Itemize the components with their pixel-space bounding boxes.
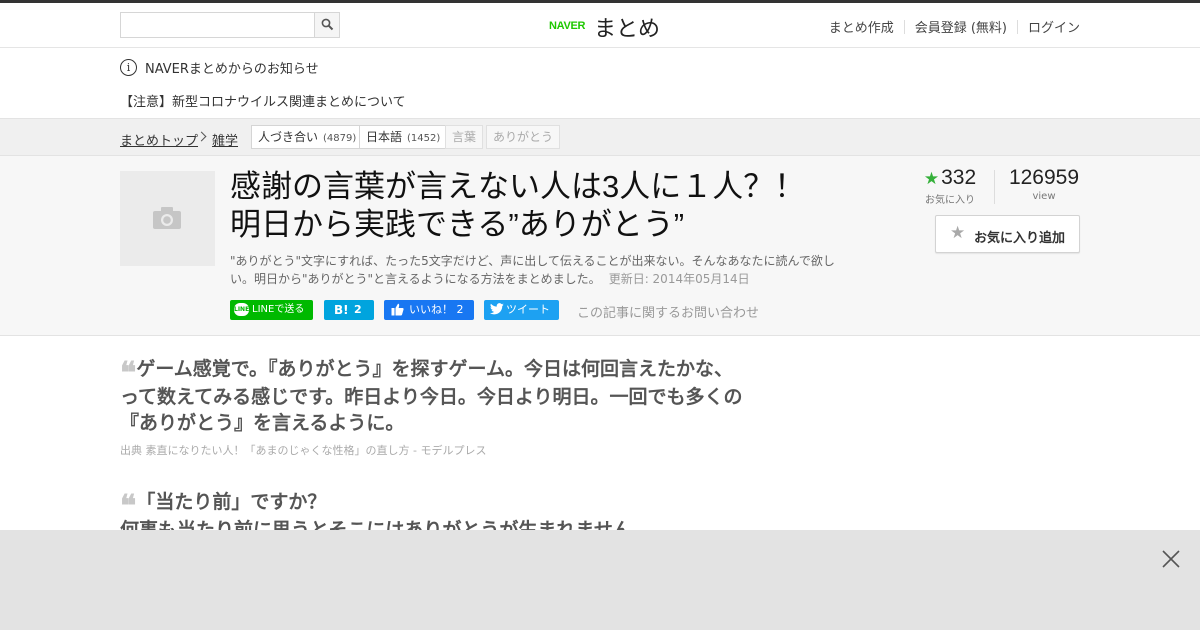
nav-login[interactable]: ログイン [1028,17,1080,36]
tag-label: 日本語 [366,130,403,144]
hatena-bookmark-button[interactable]: B! 2 [324,300,374,320]
add-favorite-label: お気に入り追加 [974,231,1066,246]
tag-arigatou[interactable]: ありがとう [486,125,561,149]
info-icon: i [120,58,137,76]
facebook-like-label: いいね！ 2 [409,303,464,316]
tag-kotoba[interactable]: 言葉 [445,125,484,149]
tweet-label: ツイート [506,303,550,316]
tag-count: (4879) [323,133,357,144]
favorites-stat: ★332 お気に入り [920,166,980,206]
title-line: 感謝の言葉が言えない人は3人に１人？！ [230,169,806,204]
tag-label: 人づき合い [258,130,319,144]
line-share-label: LINEで送る [252,304,305,315]
nav-create-matome[interactable]: まとめ作成 [829,17,894,36]
favorites-count: 332 [941,166,977,189]
bottom-ad-overlay [0,530,1200,630]
star-icon: ★ [923,169,940,189]
article-inquiry-link[interactable]: この記事に関するお問い合わせ [577,302,759,321]
breadcrumb-category[interactable]: 雑学 [212,130,238,149]
tag-nihongo[interactable]: 日本語 (1452) [359,125,448,149]
logo-naver: NAVER [549,20,586,32]
article-thumbnail [120,171,215,266]
logo-matome: まとめ [594,17,661,42]
tag-label: ありがとう [493,130,554,144]
hatena-b-icon: B! [334,303,349,317]
views-count: 126959 [1008,166,1080,189]
article-description: "ありがとう"文字にすれば、たった5文字だけど、声に出して伝えることが出来ない。… [230,252,840,288]
search-box [120,12,340,38]
tag-hitozukiai[interactable]: 人づき合い (4879) [251,125,364,149]
notice-text[interactable]: NAVERまとめからのお知らせ [145,58,319,77]
tag-label: 言葉 [452,130,477,144]
header-nav: まとめ作成 会員登録 (無料) ログイン [829,17,1080,36]
chevron-right-icon [196,131,207,142]
thumbs-up-icon [391,303,404,316]
breadcrumb-top[interactable]: まとめトップ [120,130,198,149]
breadcrumb-bar: まとめトップ 雑学 人づき合い (4879) 日本語 (1452) 言葉 ありがとう [0,118,1200,156]
tag-count: (1452) [407,133,441,144]
views-stat: 126959 view [1004,166,1084,202]
quote-text-wrap: ❛❛ ゲーム感覚で。『ありがとう』を探すゲーム。今日は何回言えたかな、って数えてみ… [120,356,750,436]
title-line: 明日から実践できる”ありがとう” [230,207,685,242]
covid-warning-link[interactable]: 【注意】新型コロナウイルス関連まとめについて [120,91,406,110]
facebook-like-button[interactable]: いいね！ 2 [384,300,474,320]
star-icon: ★ [950,223,966,243]
line-share-button[interactable]: LINE LINEで送る [230,300,313,320]
nav-register[interactable]: 会員登録 (無料) [915,17,1007,36]
quote-text: ゲーム感覚で。『ありがとう』を探すゲーム。今日は何回言えたかな、って数えてみる感… [120,358,743,434]
line-logo-icon: LINE [234,303,249,316]
quote-source[interactable]: 出典 素直になりたい人！「あまのじゃくな性格」の直し方 - モデルプレス [120,442,750,458]
search-icon [321,18,334,31]
updated-date: 更新日: 2014年05月14日 [608,272,750,286]
notice-bar: i NAVERまとめからのお知らせ [120,58,319,77]
quote-block: ❛❛ ゲーム感覚で。『ありがとう』を探すゲーム。今日は何回言えたかな、って数えてみ… [120,356,750,458]
views-label: view [1032,191,1056,202]
add-favorite-button[interactable]: ★ お気に入り追加 [935,215,1080,253]
tweet-button[interactable]: ツイート [484,300,559,320]
search-button[interactable] [314,13,339,37]
hatena-count: 2 [354,303,362,316]
nav-divider [1016,19,1018,34]
stat-divider [994,170,995,204]
close-icon[interactable] [1162,550,1180,568]
site-header: NAVER まとめ まとめ作成 会員登録 (無料) ログイン [0,3,1200,48]
search-input[interactable] [121,13,315,37]
page: NAVER まとめ まとめ作成 会員登録 (無料) ログイン i NAVERまと… [0,0,1200,630]
article-title: 感謝の言葉が言えない人は3人に１人？！ 明日から実践できる”ありがとう” [230,168,850,244]
favorites-label: お気に入り [925,195,975,206]
camera-icon [153,207,181,229]
bird-icon [490,303,504,315]
article-header: 感謝の言葉が言えない人は3人に１人？！ 明日から実践できる”ありがとう” "あり… [0,156,1200,336]
nav-divider [903,19,905,34]
